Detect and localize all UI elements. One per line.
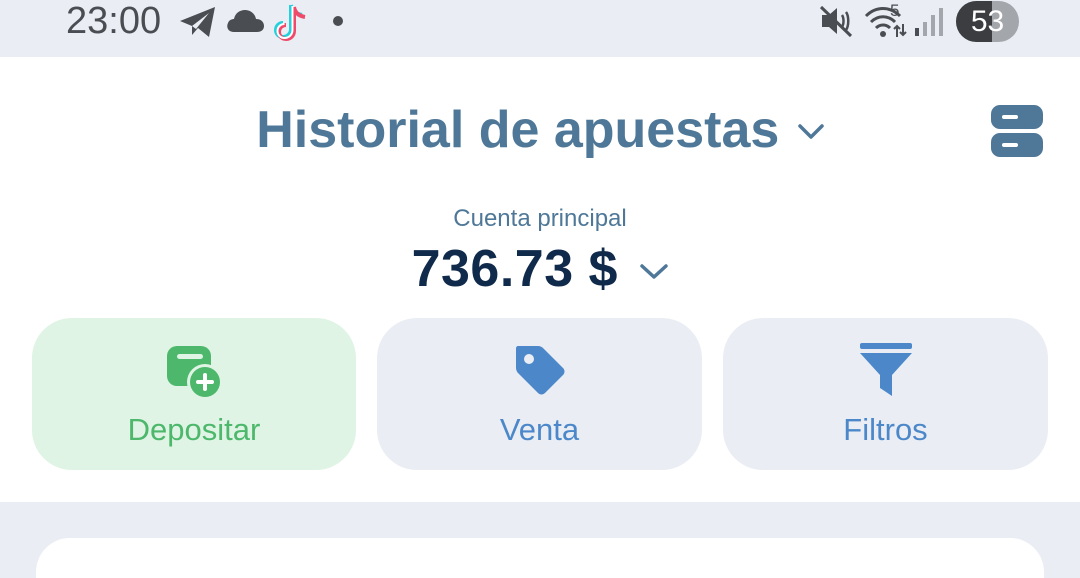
deposit-label: Depositar — [127, 412, 261, 447]
balance-dropdown[interactable]: 736.73 $ — [0, 238, 1080, 300]
account-label: Cuenta principal — [453, 205, 627, 232]
tag-icon — [515, 346, 564, 395]
battery-level: 53 — [970, 5, 1005, 38]
filter-button[interactable]: Filtros — [723, 318, 1048, 470]
mute-icon — [819, 5, 853, 38]
notification-dot-icon — [333, 16, 343, 26]
sell-label: Venta — [499, 412, 580, 447]
view-toggle-icon[interactable] — [990, 104, 1044, 158]
filter-icon — [859, 343, 912, 396]
chevron-down-icon — [798, 124, 824, 139]
signal-icon — [915, 8, 943, 36]
wifi-band-label: 5 — [890, 1, 900, 20]
bets-list-panel — [36, 538, 1044, 578]
tiktok-icon — [273, 4, 306, 42]
battery-indicator: 53 — [956, 1, 1019, 42]
filter-label: Filtros — [843, 412, 928, 447]
status-time: 23:00 — [66, 0, 162, 42]
deposit-icon — [167, 346, 223, 400]
chevron-down-icon — [640, 264, 669, 279]
deposit-button[interactable]: Depositar — [32, 318, 356, 470]
title-dropdown[interactable]: Historial de apuestas — [0, 98, 1080, 162]
status-bar: 23:00 5 53 — [0, 0, 1080, 57]
telegram-icon — [180, 7, 215, 37]
wifi-icon — [864, 7, 907, 37]
account-balance: 736.73 $ — [411, 240, 618, 298]
cloud-icon — [227, 10, 264, 32]
page-title: Historial de apuestas — [256, 101, 780, 159]
sell-button[interactable]: Venta — [377, 318, 702, 470]
